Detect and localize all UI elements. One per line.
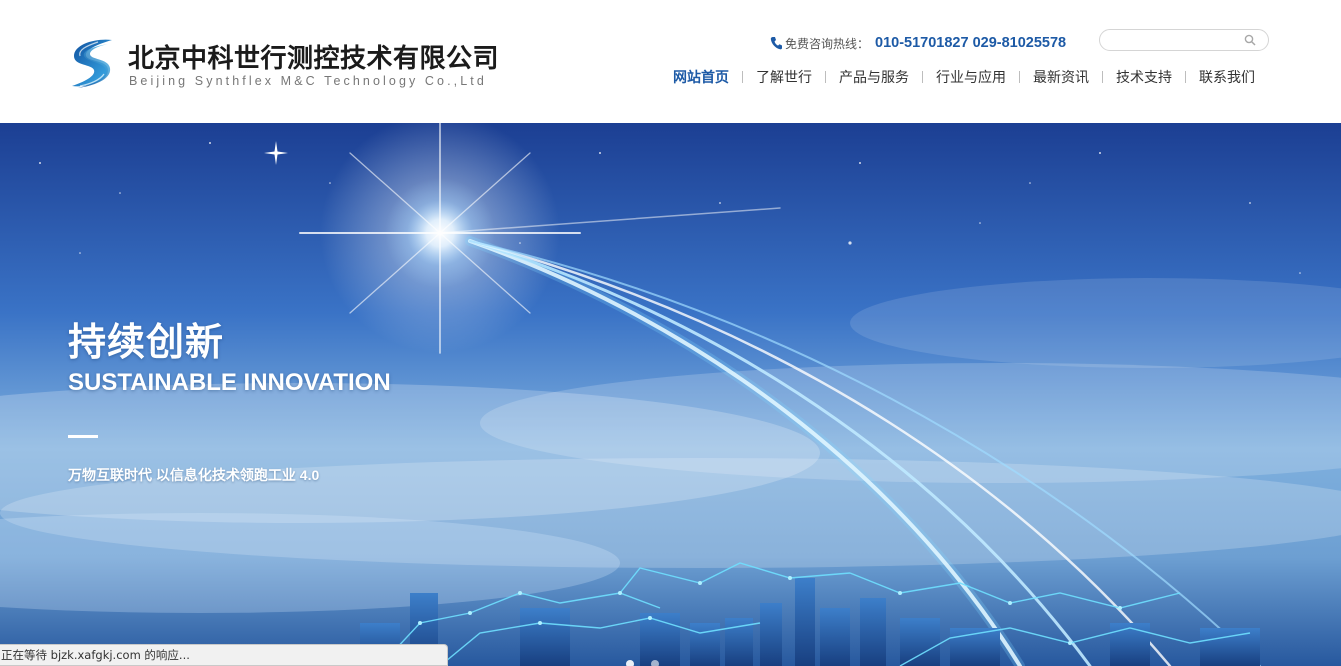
company-name-cn: 北京中科世行测控技术有限公司 <box>128 43 500 73</box>
hotline: 免费咨询热线： 010-51701827 029-81025578 <box>770 33 1066 53</box>
nav-item-products[interactable]: 产品与服务 <box>830 67 918 87</box>
slide-title-en: SUSTAINABLE INNOVATION <box>68 369 391 396</box>
nav-item-industries[interactable]: 行业与应用 <box>927 67 1015 87</box>
nav-item-support[interactable]: 技术支持 <box>1107 67 1181 87</box>
browser-status-bar: 正在等待 bjzk.xafgkj.com 的响应... <box>0 644 448 666</box>
main-nav: 网站首页 了解世行 产品与服务 行业与应用 最新资讯 技术支持 联系我们 <box>664 67 1264 87</box>
hotline-numbers: 010-51701827 029-81025578 <box>875 35 1067 51</box>
slide-title-cn: 持续创新 <box>68 322 225 364</box>
search-icon[interactable] <box>1244 34 1256 46</box>
nav-item-contact[interactable]: 联系我们 <box>1190 67 1264 87</box>
nav-item-about[interactable]: 了解世行 <box>747 67 821 87</box>
nav-item-news[interactable]: 最新资讯 <box>1024 67 1098 87</box>
search-input[interactable] <box>1110 32 1238 48</box>
hotline-label: 免费咨询热线： <box>785 36 870 51</box>
nav-separator <box>742 71 743 83</box>
nav-separator <box>825 71 826 83</box>
site-header: 北京中科世行测控技术有限公司 Beijing Synthflex M&C Tec… <box>0 0 1341 123</box>
hero-banner[interactable]: 持续创新 SUSTAINABLE INNOVATION 万物互联时代 以信息化技… <box>0 123 1341 666</box>
nav-separator <box>1102 71 1103 83</box>
company-name-en: Beijing Synthflex M&C Technology Co.,Ltd <box>129 74 487 88</box>
nav-separator <box>1019 71 1020 83</box>
nav-separator <box>922 71 923 83</box>
slide-divider <box>68 435 98 438</box>
nav-separator <box>1185 71 1186 83</box>
company-logo-icon[interactable] <box>68 36 116 92</box>
phone-icon <box>770 37 782 50</box>
search-box <box>1099 29 1269 51</box>
slide-subtitle: 万物互联时代 以信息化技术领跑工业 4.0 <box>68 467 320 483</box>
nav-item-home[interactable]: 网站首页 <box>664 67 738 87</box>
